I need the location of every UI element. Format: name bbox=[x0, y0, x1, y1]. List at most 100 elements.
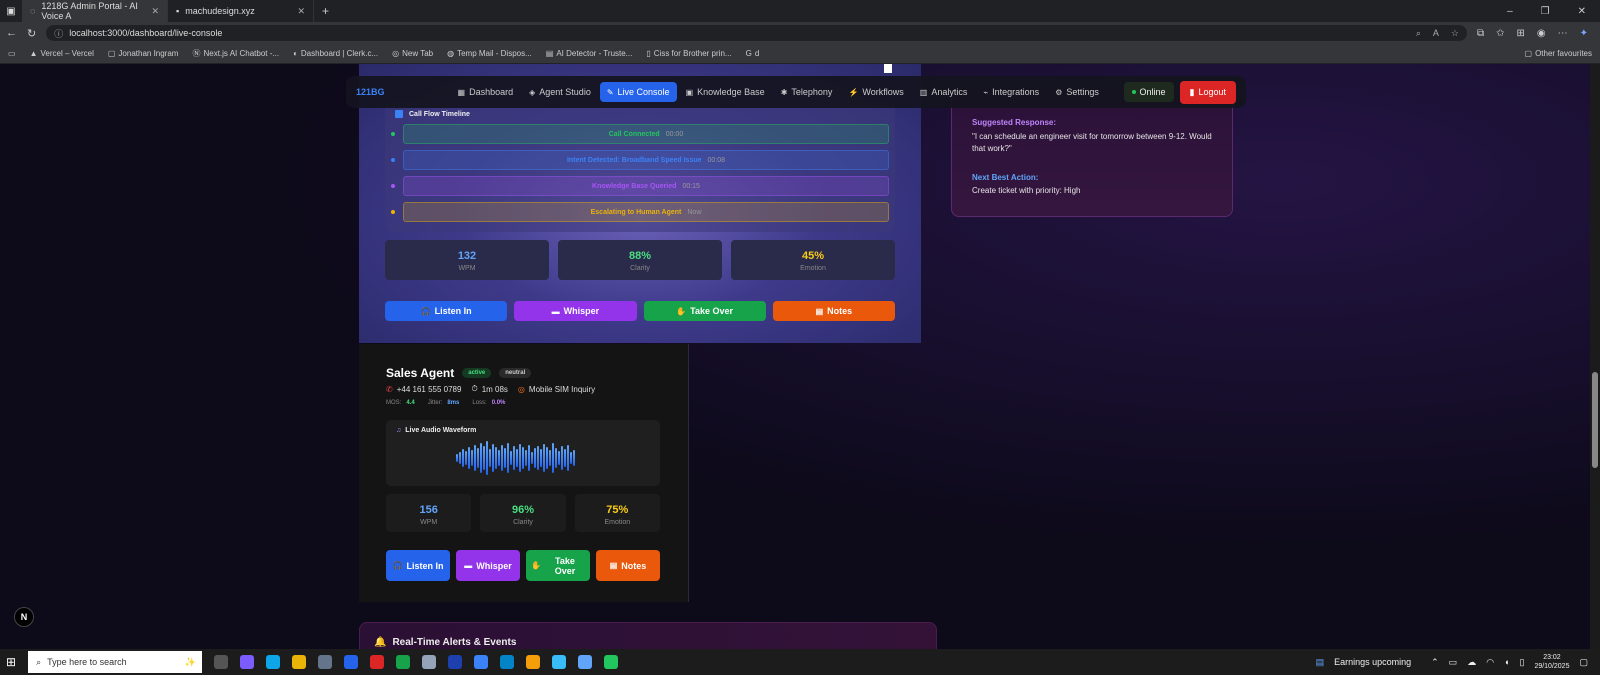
restore-icon[interactable]: ❐ bbox=[1541, 6, 1550, 17]
nav-item-agent-studio[interactable]: ◈ Agent Studio bbox=[522, 82, 598, 102]
waveform-bar bbox=[531, 452, 533, 464]
whatsapp-icon[interactable] bbox=[604, 655, 619, 669]
close-window-icon[interactable]: ✕ bbox=[1578, 6, 1586, 17]
star-icon[interactable]: ☆ bbox=[1451, 28, 1459, 39]
bookmark-item[interactable]: ▤ AI Detector - Truste... bbox=[546, 49, 633, 58]
clock[interactable]: 23:02 29/10/2025 bbox=[1534, 653, 1569, 671]
nav-item-settings[interactable]: ⚙ Settings bbox=[1048, 82, 1106, 102]
read-aloud-icon[interactable]: A bbox=[1433, 28, 1439, 39]
bookmark-item[interactable]: ◎ New Tab bbox=[392, 49, 433, 58]
copilot-app-icon[interactable] bbox=[240, 655, 255, 669]
notification-icon[interactable]: ▢ bbox=[1579, 657, 1588, 668]
wifi-icon[interactable]: ◠ bbox=[1486, 657, 1494, 668]
powershell-icon[interactable] bbox=[448, 655, 463, 669]
network-icon[interactable]: ▭ bbox=[1449, 657, 1458, 668]
reading-list-icon[interactable]: ▭ bbox=[8, 49, 16, 58]
notes-button[interactable]: ▤ Notes bbox=[772, 301, 895, 321]
app-icon[interactable] bbox=[422, 655, 437, 669]
timeline-event: Escalating to Human Agent Now bbox=[403, 202, 889, 222]
cloud-icon[interactable]: ☁ bbox=[1467, 657, 1476, 668]
listen-in-button[interactable]: 🎧 Listen In bbox=[385, 301, 508, 321]
close-tab-icon[interactable]: ✕ bbox=[151, 6, 159, 17]
tab-admin-portal[interactable]: ◌ 1218G Admin Portal - AI Voice A ✕ bbox=[22, 0, 168, 22]
stat-wpm: 132 WPM bbox=[385, 240, 549, 280]
waveform-bar bbox=[510, 451, 512, 465]
take-over-button[interactable]: ✋ Take Over bbox=[526, 550, 590, 581]
folder-icon: ▢ bbox=[1524, 49, 1533, 58]
chevron-up-icon[interactable]: ⌃ bbox=[1431, 657, 1439, 668]
more-icon[interactable]: ⋯ bbox=[1558, 28, 1568, 39]
whisper-button[interactable]: ▬ Whisper bbox=[514, 301, 637, 321]
volume-icon[interactable]: ◖ bbox=[1504, 657, 1509, 667]
status-dot-icon bbox=[391, 132, 395, 136]
stat-label: Emotion bbox=[604, 519, 631, 526]
extensions-icon[interactable]: ⧉ bbox=[1477, 28, 1484, 39]
take-over-icon: ✋ bbox=[676, 306, 687, 316]
nav-item-workflows[interactable]: ⚡ Workflows bbox=[841, 82, 910, 102]
nextjs-dev-badge[interactable]: N bbox=[14, 607, 34, 627]
nav-item-telephony[interactable]: ✱ Telephony bbox=[774, 82, 840, 102]
other-favourites[interactable]: ▢ Other favourites bbox=[1525, 49, 1592, 58]
take-over-button[interactable]: ✋ Take Over bbox=[643, 301, 766, 321]
new-tab-icon[interactable]: + bbox=[322, 4, 329, 18]
nav-item-knowledge-base[interactable]: ▣ Knowledge Base bbox=[679, 82, 772, 102]
brand-logo[interactable]: 121BG bbox=[356, 87, 385, 97]
page-icon: ▯ bbox=[646, 49, 651, 58]
app-icon[interactable] bbox=[552, 655, 567, 669]
listen-in-button[interactable]: 🎧 Listen In bbox=[386, 550, 450, 581]
bookmark-item[interactable]: Gd bbox=[746, 49, 760, 58]
clerk-icon: ◐ bbox=[293, 49, 298, 58]
minimize-icon[interactable]: – bbox=[1507, 6, 1513, 17]
chrome-icon[interactable] bbox=[396, 655, 411, 669]
store-icon[interactable] bbox=[318, 655, 333, 669]
app-icon[interactable] bbox=[500, 655, 515, 669]
waveform-bar bbox=[558, 451, 560, 465]
tab-machudesign[interactable]: ▪ machudesign.xyz ✕ bbox=[168, 0, 314, 22]
app-icon[interactable] bbox=[578, 655, 593, 669]
notes-button[interactable]: ▤ Notes bbox=[596, 550, 660, 581]
whisper-button[interactable]: ▬ Whisper bbox=[456, 550, 520, 581]
nav-items: ▦ Dashboard ◈ Agent Studio ✎ Live Console ▣ Kno… bbox=[451, 82, 1106, 102]
task-view-icon[interactable] bbox=[214, 655, 229, 669]
back-icon[interactable]: ← bbox=[6, 27, 17, 39]
page-scrollbar[interactable] bbox=[1590, 64, 1600, 649]
youtube-icon[interactable] bbox=[370, 655, 385, 669]
scrollbar-thumb[interactable] bbox=[1592, 372, 1598, 468]
bookmark-item[interactable]: Ⓝ Next.js AI Chatbot -... bbox=[192, 48, 279, 59]
main-navbar: 121BG ▦ Dashboard ◈ Agent Studio ✎ Live Conso… bbox=[346, 76, 1246, 108]
nav-item-live-console[interactable]: ✎ Live Console bbox=[599, 82, 677, 102]
bookmark-item[interactable]: ▯ Ciss for Brother prin... bbox=[646, 49, 731, 58]
start-icon[interactable]: ⊞ bbox=[6, 655, 16, 669]
edge-icon[interactable] bbox=[266, 655, 281, 669]
copilot-icon[interactable]: ✦ bbox=[1580, 28, 1588, 39]
nav-item-analytics[interactable]: ▥ Analytics bbox=[913, 82, 975, 102]
bookmark-item[interactable]: ◐ Dashboard | Clerk.c... bbox=[293, 49, 378, 58]
chrome-icon[interactable] bbox=[526, 655, 541, 669]
phone-icon: ✆ bbox=[386, 384, 393, 394]
mood-badge: neutral bbox=[499, 368, 532, 378]
vscode-icon[interactable] bbox=[474, 655, 489, 669]
nav-integrations-icon: ⌁ bbox=[983, 87, 989, 97]
favourites-icon[interactable]: ✩ bbox=[1496, 28, 1504, 39]
address-bar[interactable]: ⓘ localhost:3000/dashboard/live-console … bbox=[46, 25, 1467, 41]
bookmark-item[interactable]: ◍ Temp Mail - Dispos... bbox=[447, 49, 532, 58]
weather-text[interactable]: Earnings upcoming bbox=[1334, 657, 1411, 667]
bookmark-item[interactable]: ▢ Jonathan Ingram bbox=[108, 49, 179, 58]
close-tab-icon[interactable]: ✕ bbox=[297, 6, 305, 17]
mail-icon[interactable] bbox=[344, 655, 359, 669]
waveform-bar bbox=[462, 449, 464, 467]
bookmark-item[interactable]: ▲ Vercel – Vercel bbox=[30, 49, 94, 58]
battery-icon[interactable]: ▯ bbox=[1519, 657, 1524, 668]
profile-icon[interactable]: ◉ bbox=[1537, 28, 1546, 39]
nav-item-dashboard[interactable]: ▦ Dashboard bbox=[451, 82, 521, 102]
window-menu-icon[interactable]: ▣ bbox=[0, 6, 22, 17]
file-explorer-icon[interactable] bbox=[292, 655, 307, 669]
collections-icon[interactable]: ⊞ bbox=[1516, 28, 1524, 39]
waveform-bar bbox=[465, 451, 467, 465]
taskbar-search[interactable]: ⌕ Type here to search ✨ bbox=[28, 651, 203, 673]
search-icon[interactable]: ⌕ bbox=[1416, 28, 1421, 39]
logout-icon: ▮ bbox=[1189, 86, 1195, 97]
reload-icon[interactable]: ↻ bbox=[27, 27, 36, 40]
logout-button[interactable]: ▮ Logout bbox=[1179, 80, 1236, 104]
nav-item-integrations[interactable]: ⌁ Integrations bbox=[976, 82, 1046, 102]
